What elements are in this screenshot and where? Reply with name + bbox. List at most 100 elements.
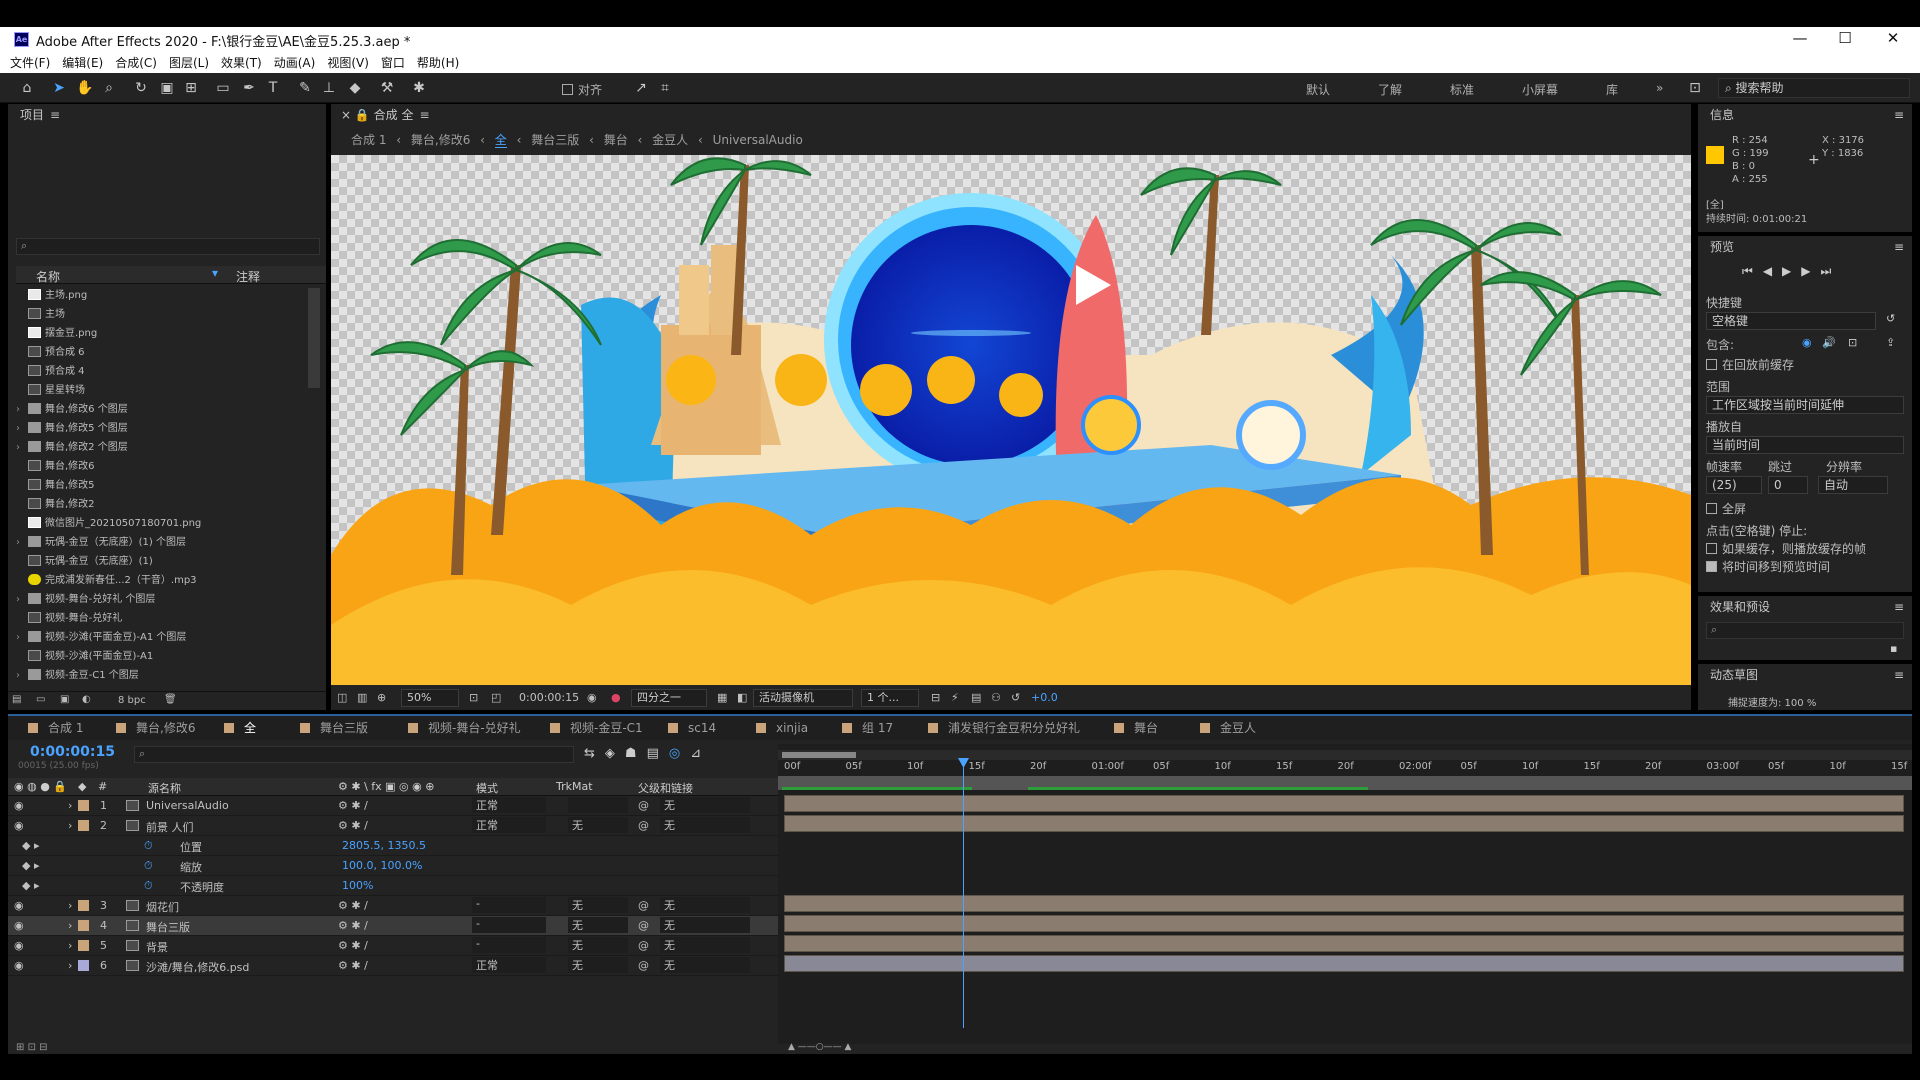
work-area-range[interactable]	[782, 752, 856, 758]
views-dropdown[interactable]: 1 个...	[861, 689, 919, 707]
expand-arrow-icon[interactable]: ›	[68, 899, 72, 912]
layer-name[interactable]: 前景 人们	[146, 819, 194, 835]
move-time-checkbox[interactable]	[1706, 561, 1717, 572]
breadcrumb-item[interactable]: 合成 1	[351, 133, 386, 147]
layer-duration-bar[interactable]	[784, 795, 1904, 812]
snap-edge-icon[interactable]: ↗	[632, 79, 650, 97]
timeline-icon[interactable]: ▤	[971, 691, 981, 704]
panel-menu-icon[interactable]: ≡	[1894, 236, 1904, 258]
close-icon[interactable]: ✕	[1878, 29, 1908, 49]
project-item[interactable]: › 视频-沙滩(平面金豆)-A1 个图层	[16, 628, 186, 647]
toggle-pixel-aspect-icon[interactable]: ⊟	[931, 691, 940, 704]
parent-dropdown[interactable]: 无	[660, 957, 750, 973]
timeline-timecode[interactable]: 0:00:00:15	[30, 744, 115, 760]
blend-mode-dropdown[interactable]: -	[472, 917, 546, 933]
toggle-modes-icon[interactable]: ⊡	[28, 1042, 40, 1053]
project-item[interactable]: › 舞台,修改6 个图层	[16, 400, 128, 419]
menu-layer[interactable]: 图层(L)	[163, 51, 215, 71]
current-time-display[interactable]: 0:00:00:15	[519, 691, 579, 704]
puppet-tool-icon[interactable]: ✱	[410, 79, 428, 97]
breadcrumb-item[interactable]: 全	[494, 133, 507, 148]
lock-icon[interactable]: 🔒	[355, 108, 374, 122]
timeline-tab[interactable]: 合成 1	[28, 716, 83, 740]
blend-mode-dropdown[interactable]: -	[472, 937, 546, 953]
interpret-footage-icon[interactable]: ▤	[12, 694, 21, 705]
project-item[interactable]: 微信图片_20210507180701.png	[16, 514, 201, 533]
stopwatch-icon[interactable]: ⏱	[144, 879, 153, 893]
property-value[interactable]: 100%	[342, 879, 373, 892]
layer-switches-icon[interactable]: ⚙ ✱ /	[338, 819, 368, 832]
trkmat-dropdown[interactable]: 无	[568, 937, 628, 953]
layer-switches-icon[interactable]: ⚙ ✱ /	[338, 939, 368, 952]
property-row[interactable]: ◆ ▸ ⏱ 位置 2805.5, 1350.5	[8, 836, 778, 856]
project-item[interactable]: › 舞台,修改5 个图层	[16, 419, 128, 438]
snapping-toggle[interactable]: 对齐	[562, 81, 602, 98]
project-item[interactable]: 舞台,修改2	[16, 495, 95, 514]
cache-checkbox[interactable]	[1706, 359, 1717, 370]
trkmat-dropdown[interactable]	[568, 797, 628, 813]
flowchart-icon[interactable]: ⚇	[991, 691, 1001, 704]
resolution-dropdown[interactable]: 四分之一	[631, 689, 707, 707]
timeline-tab[interactable]: 金豆人	[1200, 716, 1256, 740]
region-of-interest-icon[interactable]: ◰	[491, 691, 501, 704]
prev-frame-icon[interactable]: ◀	[1763, 264, 1782, 278]
blend-mode-dropdown[interactable]: 正常	[472, 817, 546, 833]
menu-edit[interactable]: 编辑(E)	[56, 51, 109, 71]
graph-editor-icon[interactable]: ⊿	[690, 746, 711, 761]
project-search-input[interactable]: ⌕	[16, 238, 320, 255]
fast-preview-icon[interactable]: ⚡	[951, 691, 959, 704]
pick-whip-icon[interactable]: @	[638, 939, 649, 952]
current-time-indicator[interactable]	[963, 758, 964, 1028]
project-item[interactable]: 玩偶-金豆（无底座）(1)	[16, 552, 153, 571]
color-settings-icon[interactable]: ◐	[82, 694, 91, 705]
play-from-dropdown[interactable]: 当前时间	[1706, 436, 1904, 454]
project-item[interactable]: 舞台,修改6	[16, 457, 95, 476]
cache-option[interactable]: 在回放前缓存	[1706, 356, 1794, 373]
label-color-icon[interactable]	[78, 820, 89, 831]
layer-duration-bar[interactable]	[784, 915, 1904, 932]
property-value[interactable]: 2805.5, 1350.5	[342, 839, 426, 852]
workspace-learn[interactable]: 了解	[1378, 81, 1402, 98]
shortcut-dropdown[interactable]: 空格键	[1706, 312, 1876, 330]
draft-3d-icon[interactable]: ◈	[605, 746, 625, 761]
timeline-tab[interactable]: 视频-舞台-兑好礼	[408, 716, 521, 740]
layer-name[interactable]: 沙滩/舞台,修改6.psd	[146, 959, 249, 975]
maximize-icon[interactable]: ☐	[1830, 29, 1860, 49]
new-comp-icon[interactable]: ▣	[60, 694, 69, 705]
pick-whip-icon[interactable]: @	[638, 799, 649, 812]
toggle-switches-icon[interactable]: ⊞	[16, 1042, 28, 1053]
timeline-tab[interactable]: 舞台,修改6	[116, 716, 195, 740]
breadcrumb-item[interactable]: 舞台	[604, 133, 628, 147]
layer-duration-bar[interactable]	[784, 815, 1904, 832]
parent-dropdown[interactable]: 无	[660, 817, 750, 833]
composition-tab[interactable]: × 🔒 合成 全 ≡	[331, 104, 1691, 126]
pen-tool-icon[interactable]: ✒	[240, 79, 258, 97]
panel-menu-icon[interactable]: ≡	[1894, 596, 1904, 618]
workspace-standard[interactable]: 标准	[1450, 81, 1474, 98]
timeline-tab[interactable]: sc14	[668, 716, 716, 740]
column-comment[interactable]: 注释	[236, 268, 260, 285]
column-name[interactable]: 名称	[36, 268, 60, 285]
visibility-eye-icon[interactable]: ◉	[14, 799, 24, 812]
layer-switches-icon[interactable]: ⚙ ✱ /	[338, 899, 368, 912]
layer-duration-bar[interactable]	[784, 955, 1904, 972]
new-preset-icon[interactable]: ▪	[1890, 642, 1897, 655]
layer-name[interactable]: 舞台三版	[146, 919, 190, 935]
project-item[interactable]: › 视频-舞台-兑好礼 个图层	[16, 590, 155, 609]
minimize-icon[interactable]: —	[1785, 29, 1815, 49]
timeline-tab[interactable]: 浦发银行金豆积分兑好礼	[928, 716, 1080, 740]
parent-dropdown[interactable]: 无	[660, 797, 750, 813]
project-item[interactable]: 星星转场	[16, 381, 85, 400]
play-icon[interactable]: ▶	[1782, 264, 1801, 278]
selection-tool-icon[interactable]: ➤	[50, 79, 68, 97]
menu-effect[interactable]: 效果(T)	[215, 51, 268, 71]
hand-tool-icon[interactable]: ✋	[76, 79, 94, 97]
always-preview-icon[interactable]: ◫	[337, 691, 347, 704]
project-item[interactable]: 预合成 4	[16, 362, 85, 381]
project-item[interactable]: 完成浦发新春任...2（干音）.mp3	[16, 571, 197, 590]
workspace-small-screen[interactable]: 小屏幕	[1522, 81, 1558, 98]
range-dropdown[interactable]: 工作区域按当前时间延伸	[1706, 396, 1904, 414]
project-item[interactable]: 舞台,修改5	[16, 476, 95, 495]
parent-dropdown[interactable]: 无	[660, 917, 750, 933]
timeline-tab[interactable]: 舞台三版	[300, 716, 368, 740]
